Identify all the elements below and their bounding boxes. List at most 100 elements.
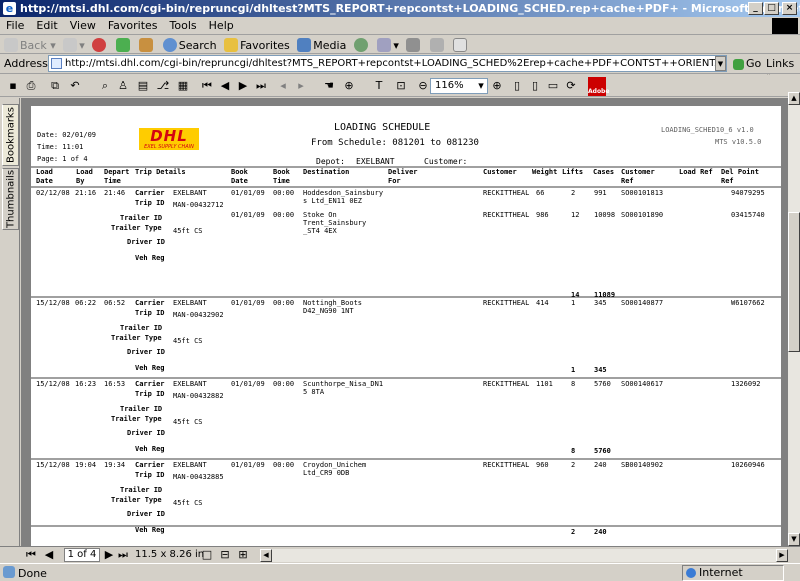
zoom-in-icon[interactable]: ⊕	[490, 79, 504, 93]
tab-thumbnails[interactable]: Thumbnails	[2, 168, 19, 230]
report-time: Time: 11:01	[37, 143, 84, 151]
fit-page-icon[interactable]: ▯	[528, 79, 542, 93]
maximize-button[interactable]: □	[764, 2, 779, 15]
scroll-up-button[interactable]: ▲	[788, 92, 800, 105]
scroll-left-button[interactable]: ◀	[260, 549, 272, 562]
label-trip-id: Trip ID	[135, 390, 165, 398]
forward-button[interactable]: ▾	[63, 38, 85, 52]
next-view-icon[interactable]: ▸	[294, 79, 308, 93]
minimize-button[interactable]: _	[748, 2, 763, 15]
row-load-by: 06:22	[75, 299, 97, 307]
horizontal-scrollbar[interactable]: ◀ ▶	[260, 549, 788, 562]
first-page-icon[interactable]: ⏮	[200, 79, 214, 93]
nav-last-icon[interactable]: ⏭	[116, 548, 130, 562]
adobe-logo-icon[interactable]: Adobe	[588, 77, 609, 96]
history-button[interactable]	[353, 38, 370, 52]
discuss-icon	[453, 38, 468, 52]
undo-icon[interactable]: ↶	[68, 79, 82, 93]
continuous-icon[interactable]: ⊟	[218, 548, 232, 562]
tab-bookmarks[interactable]: Bookmarks	[2, 104, 19, 166]
close-button[interactable]: ×	[782, 2, 797, 15]
drop-destination: Hoddesdon_Sainsbury	[303, 189, 384, 197]
text-select-icon[interactable]: T	[372, 79, 386, 93]
mail-icon	[377, 38, 392, 52]
address-dropdown-button[interactable]: ▼	[715, 56, 726, 71]
edit-button[interactable]	[429, 38, 446, 52]
copy-icon[interactable]: ⧉	[48, 79, 62, 93]
attach-icon[interactable]: ⎇	[156, 79, 170, 93]
menu-favorites[interactable]: Favorites	[102, 17, 164, 32]
stop-button[interactable]	[92, 38, 108, 52]
label-driver-id: Driver ID	[127, 348, 165, 356]
rotate-icon[interactable]: ⟳	[564, 79, 578, 93]
actual-size-icon[interactable]: ▯	[510, 79, 524, 93]
discuss-button[interactable]	[453, 38, 469, 52]
prev-page-icon[interactable]: ◀	[218, 79, 232, 93]
drop-destination: Nottingh_Boots	[303, 299, 363, 307]
single-page-icon[interactable]: □	[200, 548, 214, 562]
next-page-icon[interactable]: ▶	[236, 79, 250, 93]
row-load-date: 15/12/08	[36, 461, 70, 469]
facing-icon[interactable]: ⊞	[236, 548, 250, 562]
scroll-down-button[interactable]: ▼	[788, 533, 800, 546]
zoom-out-icon[interactable]: ⊖	[416, 79, 430, 93]
nav-first-icon[interactable]: ⏮	[24, 548, 38, 562]
thumbnails-icon[interactable]: ▦	[176, 79, 190, 93]
header-customer: Customer	[483, 168, 517, 176]
page-number-field[interactable]: 1 of 4	[64, 548, 100, 562]
drop-cases: 240	[594, 461, 607, 469]
row-load-date: 15/12/08	[36, 299, 70, 307]
row-load-date: 02/12/08	[36, 189, 70, 197]
search-icon[interactable]: ♙	[116, 79, 130, 93]
go-button[interactable]: Go	[733, 57, 761, 70]
pages-icon[interactable]: ▤	[136, 79, 150, 93]
vertical-scrollbar[interactable]: ▲ ▼	[788, 92, 800, 546]
search-button[interactable]: Search	[162, 38, 217, 52]
menu-tools[interactable]: Tools	[164, 17, 203, 32]
header-deliver_for-2: For	[388, 177, 401, 185]
history-icon	[353, 38, 368, 52]
home-button[interactable]	[139, 38, 155, 52]
back-arrow-icon	[4, 38, 18, 52]
document-viewer[interactable]: DHL EXEL SUPPLY CHAIN Date: 02/01/09 Time: …	[21, 98, 788, 546]
standard-toolbar: Back ▾ ▾ Search Favorites Media ▾	[0, 35, 800, 54]
menu-edit[interactable]: Edit	[30, 17, 63, 32]
address-input[interactable]: http://mtsi.dhl.com/cgi-bin/repruncgi/dh…	[48, 55, 727, 72]
label-trailer-type: Trailer Type	[111, 496, 162, 504]
hand-tool-icon[interactable]: ☚	[322, 79, 336, 93]
find-icon[interactable]: ⌕	[98, 79, 112, 93]
drop-cases: 10098	[594, 211, 616, 219]
row-trip-id: MAN-00432882	[173, 392, 224, 400]
header-cases: Cases	[593, 168, 615, 176]
label-trailer-id: Trailer ID	[120, 214, 163, 222]
last-page-icon[interactable]: ⏭	[254, 79, 268, 93]
row-depart: 16:53	[104, 380, 126, 388]
refresh-button[interactable]	[115, 38, 132, 52]
nav-prev-icon[interactable]: ◀	[42, 548, 56, 562]
drop-book-time: 00:00	[273, 299, 295, 307]
prev-view-icon[interactable]: ◂	[276, 79, 290, 93]
print-button[interactable]	[406, 38, 422, 52]
label-driver-id: Driver ID	[127, 510, 165, 518]
scroll-thumb[interactable]	[788, 212, 800, 352]
zoom-dropdown-icon[interactable]: ▾	[474, 79, 488, 93]
report-page-number: Page: 1 of 4	[37, 155, 88, 163]
print-icon[interactable]: ⎙	[24, 79, 38, 93]
nav-next-icon[interactable]: ▶	[102, 548, 116, 562]
security-zone: Internet	[682, 565, 784, 581]
menu-help[interactable]: Help	[203, 17, 240, 32]
row-total-lifts: 14	[571, 291, 580, 299]
save-icon[interactable]: ▪	[6, 79, 20, 93]
menu-view[interactable]: View	[64, 17, 102, 32]
media-button[interactable]: Media	[297, 38, 346, 52]
snapshot-icon[interactable]: ⊡	[394, 79, 408, 93]
drop-customer: RECKITTHEAL	[483, 189, 530, 197]
scroll-right-button[interactable]: ▶	[776, 549, 788, 562]
back-button[interactable]: Back ▾	[4, 38, 56, 52]
menu-file[interactable]: File	[0, 17, 30, 32]
favorites-button[interactable]: Favorites	[224, 38, 290, 52]
zoom-tool-icon[interactable]: ⊕	[342, 79, 356, 93]
side-panel: Bookmarks Thumbnails	[0, 98, 20, 546]
mail-button[interactable]: ▾	[377, 38, 399, 52]
fit-width-icon[interactable]: ▭	[546, 79, 560, 93]
